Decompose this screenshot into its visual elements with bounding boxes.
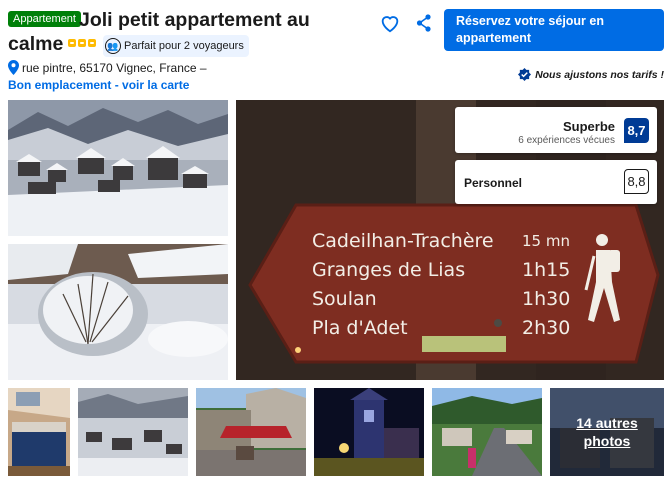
address-text: rue pintre, 65170 Vignec, France – — [22, 60, 207, 75]
hiker-icon — [584, 234, 620, 322]
staff-score-card[interactable]: Personnel 8,8 — [455, 160, 657, 204]
map-link[interactable]: Bon emplacement - voir la carte — [8, 78, 189, 92]
thumb-snowy-roofs[interactable] — [78, 388, 188, 476]
photo-snow-garden[interactable] — [8, 244, 228, 380]
star-icon — [88, 39, 96, 47]
sign-time: 1h15 — [522, 259, 571, 281]
review-score-badge: 8,7 — [624, 118, 649, 143]
sign-place: Cadeilhan-Trachère — [312, 230, 494, 252]
staff-score-badge: 8,8 — [624, 169, 649, 194]
sign-place: Pla d'Adet — [312, 317, 408, 339]
sign-time: 2h30 — [522, 317, 571, 339]
heart-icon[interactable] — [379, 12, 401, 34]
share-icon[interactable] — [416, 14, 432, 32]
thumb-village-road[interactable] — [432, 388, 542, 476]
star-icon — [78, 39, 86, 47]
more-photos-label: photos — [583, 433, 631, 449]
staff-score-label: Personnel — [464, 176, 523, 190]
thumb-more-photos[interactable]: 14 autres photos — [550, 388, 664, 476]
more-photos-count: 14 autres — [576, 415, 638, 431]
rating-stars — [68, 39, 96, 47]
property-title: Joli petit appartement au — [79, 9, 310, 31]
thumb-church-night[interactable] — [314, 388, 424, 476]
star-icon — [68, 39, 76, 47]
review-score-word: Superbe — [562, 119, 615, 134]
thumb-bedroom[interactable] — [8, 388, 70, 476]
sign-time: 15 mn — [522, 232, 570, 250]
property-type-badge: Appartement — [8, 11, 81, 27]
price-note-text: Nous ajustons nos tarifs ! — [535, 68, 664, 81]
book-button[interactable]: Réservez votre séjour en appartement — [444, 9, 664, 51]
check-badge-icon — [518, 68, 532, 81]
more-photos-link[interactable]: 14 autres photos — [550, 388, 664, 476]
review-count: 6 expériences vécues — [518, 135, 615, 146]
property-title-line2: calme — [8, 33, 64, 55]
two-persons-icon: 👥 — [105, 38, 121, 54]
map-pin-icon — [8, 60, 19, 75]
review-score-card[interactable]: Superbe 6 expériences vécues 8,7 — [455, 107, 657, 153]
sign-place: Granges de Lias — [312, 259, 466, 281]
sign-time: 1h30 — [522, 288, 571, 310]
occupancy-label: Parfait pour 2 voyageurs — [124, 40, 244, 52]
photo-snowy-village[interactable] — [8, 100, 228, 236]
address-row: rue pintre, 65170 Vignec, France – — [8, 60, 207, 75]
price-note: Nous ajustons nos tarifs ! — [518, 68, 664, 81]
sign-place: Soulan — [312, 288, 377, 310]
occupancy-badge: 👥 Parfait pour 2 voyageurs — [103, 35, 249, 57]
thumb-street-building[interactable] — [196, 388, 306, 476]
